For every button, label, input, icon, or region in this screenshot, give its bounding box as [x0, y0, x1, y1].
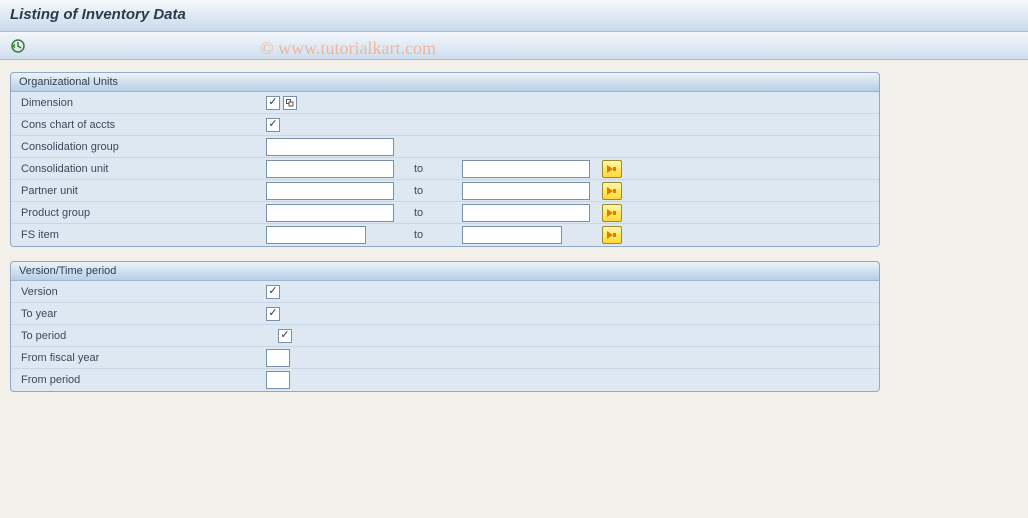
- row-from-period: From period: [11, 369, 879, 391]
- label-cons-group: Consolidation group: [21, 141, 266, 153]
- to-label: to: [414, 229, 450, 241]
- row-to-period: To period: [11, 325, 879, 347]
- to-label: to: [414, 207, 450, 219]
- product-group-to-input[interactable]: [462, 204, 590, 222]
- label-dimension: Dimension: [21, 97, 266, 109]
- from-fiscal-year-input[interactable]: [266, 349, 290, 367]
- label-product-group: Product group: [21, 207, 266, 219]
- cons-group-input[interactable]: [266, 138, 394, 156]
- row-partner-unit: Partner unit to: [11, 180, 879, 202]
- title-bar: Listing of Inventory Data: [0, 0, 1028, 32]
- dimension-f4-icon[interactable]: [283, 96, 297, 110]
- dimension-checkbox[interactable]: [266, 96, 280, 110]
- to-label: to: [414, 185, 450, 197]
- label-to-year: To year: [21, 308, 266, 320]
- label-from-period: From period: [21, 374, 266, 386]
- label-version: Version: [21, 286, 266, 298]
- group-organizational-units: Organizational Units Dimension Cons char…: [10, 72, 880, 247]
- cons-unit-to-input[interactable]: [462, 160, 590, 178]
- toolbar: [0, 32, 1028, 60]
- row-dimension: Dimension: [11, 92, 879, 114]
- label-cons-chart: Cons chart of accts: [21, 119, 266, 131]
- page-title: Listing of Inventory Data: [10, 6, 186, 23]
- product-group-from-input[interactable]: [266, 204, 394, 222]
- row-cons-group: Consolidation group: [11, 136, 879, 158]
- label-cons-unit: Consolidation unit: [21, 163, 266, 175]
- row-to-year: To year: [11, 303, 879, 325]
- to-label: to: [414, 163, 450, 175]
- partner-unit-from-input[interactable]: [266, 182, 394, 200]
- row-product-group: Product group to: [11, 202, 879, 224]
- partner-unit-to-input[interactable]: [462, 182, 590, 200]
- row-fs-item: FS item to: [11, 224, 879, 246]
- fs-item-from-input[interactable]: [266, 226, 366, 244]
- fs-item-multiselect-button[interactable]: [602, 226, 622, 244]
- group-header: Organizational Units: [11, 73, 879, 92]
- fs-item-to-input[interactable]: [462, 226, 562, 244]
- row-cons-unit: Consolidation unit to: [11, 158, 879, 180]
- label-to-period: To period: [21, 330, 266, 342]
- version-checkbox[interactable]: [266, 285, 280, 299]
- group-header: Version/Time period: [11, 262, 879, 281]
- cons-unit-multiselect-button[interactable]: [602, 160, 622, 178]
- row-cons-chart: Cons chart of accts: [11, 114, 879, 136]
- label-partner-unit: Partner unit: [21, 185, 266, 197]
- to-period-checkbox[interactable]: [278, 329, 292, 343]
- label-from-fiscal-year: From fiscal year: [21, 352, 266, 364]
- to-year-checkbox[interactable]: [266, 307, 280, 321]
- row-from-fiscal-year: From fiscal year: [11, 347, 879, 369]
- content-area: Organizational Units Dimension Cons char…: [0, 60, 1028, 418]
- group-version-time-period: Version/Time period Version To year To p…: [10, 261, 880, 392]
- from-period-input[interactable]: [266, 371, 290, 389]
- product-group-multiselect-button[interactable]: [602, 204, 622, 222]
- cons-unit-from-input[interactable]: [266, 160, 394, 178]
- label-fs-item: FS item: [21, 229, 266, 241]
- row-version: Version: [11, 281, 879, 303]
- execute-button[interactable]: [10, 38, 26, 54]
- cons-chart-checkbox[interactable]: [266, 118, 280, 132]
- partner-unit-multiselect-button[interactable]: [602, 182, 622, 200]
